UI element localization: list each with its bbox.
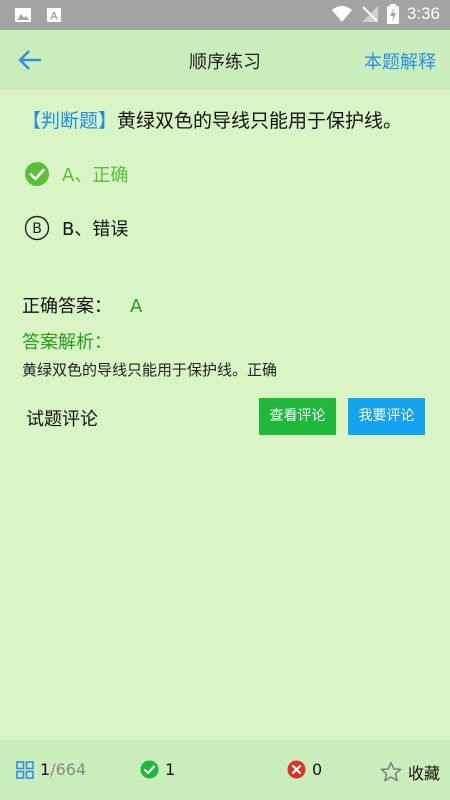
option-b[interactable]: B B、错误 bbox=[24, 214, 128, 242]
analysis-title: 答案解析： bbox=[22, 332, 112, 353]
favorite-label: 收藏 bbox=[408, 764, 441, 783]
question-type-label: 【判断题】 bbox=[22, 110, 118, 132]
view-comments-button[interactable]: 查看评论 bbox=[259, 398, 336, 435]
question-text: 【判断题】黄绿双色的导线只能用于保护线。 bbox=[22, 107, 432, 135]
write-comment-button[interactable]: 我要评论 bbox=[348, 398, 425, 435]
battery-charging-icon bbox=[386, 4, 399, 24]
question-body: 黄绿双色的导线只能用于保护线。 bbox=[117, 110, 403, 132]
star-icon bbox=[380, 761, 402, 782]
option-a[interactable]: A、正确 bbox=[24, 160, 128, 188]
app-bar: 顺序练习 本题解释 bbox=[0, 30, 450, 90]
analysis-text: 黄绿双色的导线只能用于保护线。正确 bbox=[22, 361, 278, 379]
favorite-button[interactable]: 收藏 bbox=[380, 760, 440, 784]
wrong-count: 0 bbox=[287, 760, 322, 779]
question-progress[interactable]: 1/664 bbox=[16, 760, 86, 779]
option-b-label: B、错误 bbox=[62, 219, 129, 240]
cross-circle-icon bbox=[287, 760, 306, 779]
check-circle-icon bbox=[25, 162, 49, 186]
status-bar: A 3:36 bbox=[0, 0, 450, 30]
correct-count: 1 bbox=[140, 760, 175, 779]
status-time: 3:36 bbox=[406, 4, 440, 23]
correct-count-value: 1 bbox=[165, 760, 176, 779]
total-questions: /664 bbox=[50, 760, 87, 779]
explain-button[interactable]: 本题解释 bbox=[364, 48, 436, 74]
check-circle-icon bbox=[140, 760, 159, 779]
current-question-number: 1 bbox=[40, 760, 51, 779]
option-letter-b-icon: B bbox=[24, 215, 50, 241]
wrong-count-value: 0 bbox=[312, 760, 323, 779]
option-a-label: A、正确 bbox=[62, 165, 129, 186]
correct-answer-label: 正确答案： bbox=[22, 296, 112, 317]
correct-answer-value: A bbox=[130, 296, 143, 317]
correct-answer-row: 正确答案： A bbox=[22, 292, 142, 318]
bottom-bar: 1/664 1 0 收藏 bbox=[0, 740, 450, 800]
comments-title: 试题评论 bbox=[26, 409, 98, 430]
grid-icon bbox=[16, 760, 34, 779]
svg-text:A: A bbox=[50, 11, 58, 23]
app-notification-icon: A bbox=[47, 8, 61, 23]
option-b-letter: B bbox=[32, 221, 42, 237]
no-signal-icon bbox=[361, 6, 378, 22]
image-notification-icon bbox=[15, 8, 31, 22]
wifi-icon bbox=[331, 6, 352, 22]
